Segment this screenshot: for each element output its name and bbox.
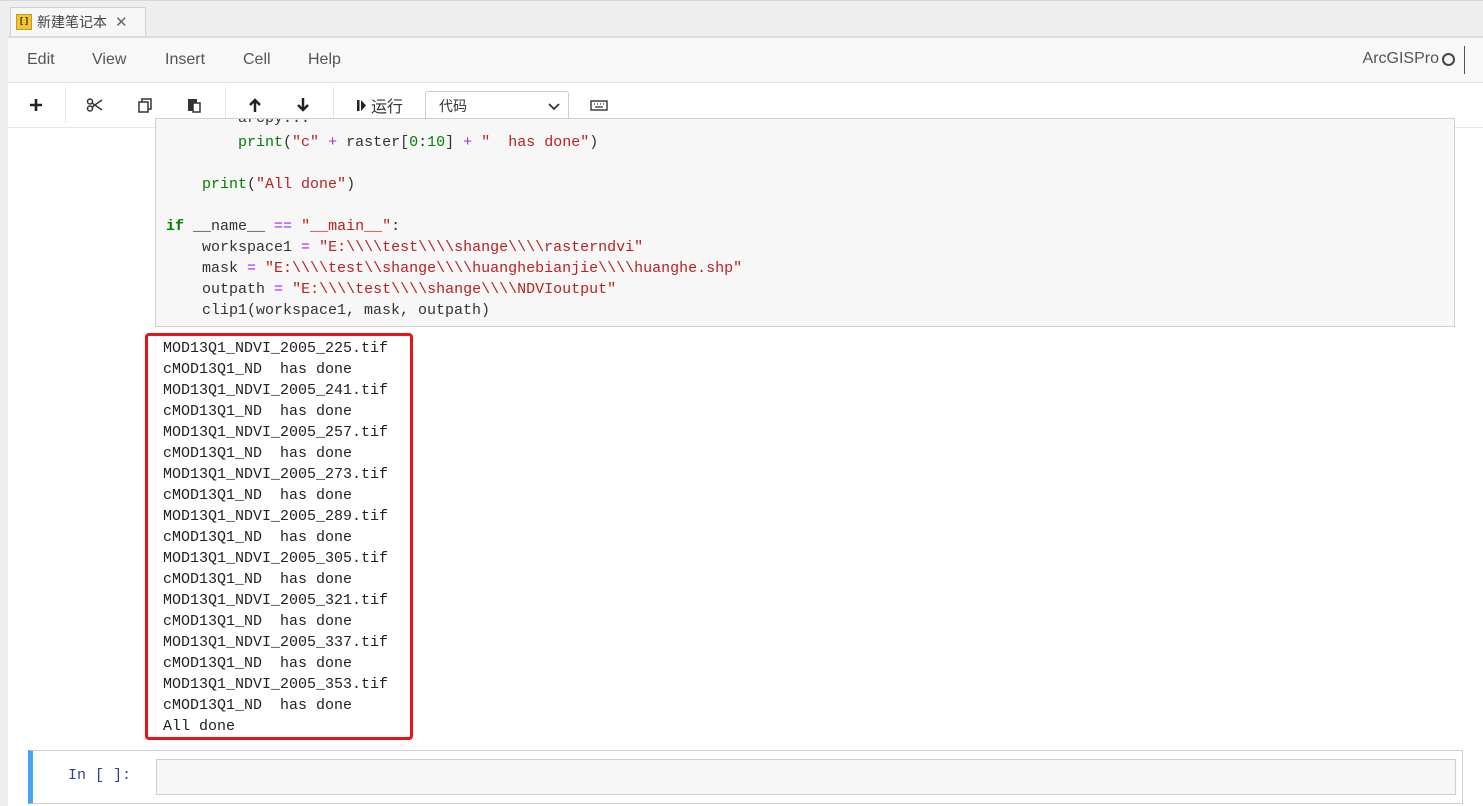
code-line: mask = "E:\\\\test\\shange\\\\huanghebia… (166, 260, 743, 277)
keyboard-icon (590, 100, 608, 111)
cell-type-select[interactable]: 代码 (425, 91, 569, 121)
plus-icon (30, 99, 42, 111)
run-button[interactable]: 运行 (352, 91, 408, 119)
toolbar-divider (65, 87, 66, 123)
input-prompt: In [ ]: (68, 767, 132, 784)
code-line-partial: arcpy... (166, 118, 311, 127)
kernel-name[interactable]: ArcGISPro (1363, 50, 1439, 68)
cell-type-value: 代码 (439, 98, 467, 114)
chevron-down-icon (548, 103, 560, 111)
code-line: workspace1 = "E:\\\\test\\\\shange\\\\ra… (166, 239, 644, 256)
copy-button[interactable] (134, 91, 156, 119)
notebook-tab[interactable]: [] 新建笔记本 ✕ (10, 7, 146, 36)
code-line: print("All done") (202, 176, 356, 193)
keyboard-shortcuts-button[interactable] (588, 91, 610, 119)
menu-bar: Edit View Insert Cell Help ArcGISPro (8, 38, 1483, 83)
output-highlight-box (145, 333, 413, 740)
code-line: if __name__ == "__main__": (166, 218, 401, 235)
run-step-icon (356, 99, 366, 111)
tab-strip: [] 新建笔记本 ✕ (0, 0, 1483, 39)
paste-button[interactable] (183, 91, 205, 119)
arrow-down-icon (297, 98, 309, 112)
menu-edit[interactable]: Edit (27, 51, 55, 69)
code-line: clip1(workspace1, mask, outpath) (166, 302, 491, 319)
menubar-divider (1464, 46, 1465, 74)
menu-insert[interactable]: Insert (165, 51, 205, 69)
code-cell-input[interactable]: arcpy... print("c" + raster[0:10] + " ha… (155, 118, 1455, 327)
run-label: 运行 (370, 99, 403, 116)
scissors-icon (86, 98, 103, 112)
code-line: outpath = "E:\\\\test\\\\shange\\\\NDVIo… (166, 281, 617, 298)
close-tab-icon[interactable]: ✕ (115, 13, 128, 31)
code-cell-input-empty[interactable] (156, 759, 1456, 795)
code-line: print("c" + raster[0:10] + " has done") (238, 134, 599, 151)
move-up-button[interactable] (244, 91, 266, 119)
notebook-tab-title: 新建笔记本 (37, 14, 107, 30)
add-cell-button[interactable] (26, 91, 46, 119)
paste-icon (188, 99, 201, 113)
left-gutter (0, 38, 8, 806)
copy-icon (138, 98, 152, 113)
menu-view[interactable]: View (92, 51, 126, 69)
menu-help[interactable]: Help (308, 51, 341, 69)
notebook-icon: [] (16, 14, 32, 30)
cut-button[interactable] (84, 91, 106, 119)
kernel-idle-icon (1442, 53, 1455, 66)
move-down-button[interactable] (292, 91, 314, 119)
menu-cell[interactable]: Cell (243, 51, 271, 69)
arrow-up-icon (249, 98, 261, 112)
